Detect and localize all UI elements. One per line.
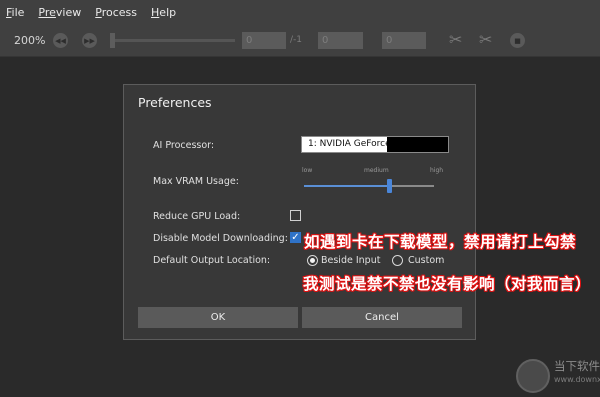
seek-track[interactable] — [113, 39, 235, 42]
vram-slider-thumb[interactable] — [386, 179, 392, 193]
menu-preview[interactable]: Preview — [38, 6, 81, 19]
radio-custom-label: Custom — [408, 255, 445, 266]
radio-beside-input-label: Beside Input — [321, 255, 381, 266]
range-end-input[interactable]: 0 — [382, 32, 426, 49]
vram-slider-fill — [304, 185, 389, 187]
disable-download-checkbox[interactable]: ✓ — [290, 232, 301, 243]
redaction-block — [387, 137, 448, 152]
vram-tick-low: low — [302, 167, 313, 174]
menu-process[interactable]: Process — [95, 6, 137, 19]
frame-total: /-1 — [290, 35, 303, 45]
vram-tick-medium: medium — [364, 167, 389, 174]
preferences-dialog: Preferences AI Processor: 1: NVIDIA GeFo… — [123, 84, 476, 340]
reduce-gpu-checkbox[interactable] — [290, 210, 301, 221]
zoom-level[interactable]: 200% — [14, 34, 45, 47]
skip-forward-icon[interactable]: ▶▶ — [82, 33, 97, 48]
annotation-line-2: 我测试是禁不禁也没有影响（对我而言） — [303, 275, 592, 293]
menu-file[interactable]: File — [6, 6, 24, 19]
watermark-name: 当下软件园 — [554, 359, 600, 373]
dialog-title: Preferences — [138, 95, 212, 110]
disable-download-label: Disable Model Downloading: — [153, 233, 288, 244]
vram-label: Max VRAM Usage: — [153, 176, 239, 187]
menu-bar: File Preview Process Help — [0, 0, 600, 25]
ai-processor-select[interactable]: 1: NVIDIA GeForce G — [301, 136, 449, 153]
vram-tick-high: high — [430, 167, 444, 174]
radio-beside-input[interactable] — [307, 255, 318, 266]
stop-icon[interactable]: ■ — [510, 33, 525, 48]
vram-slider-track[interactable] — [304, 185, 434, 187]
reduce-gpu-label: Reduce GPU Load: — [153, 211, 241, 222]
menu-help[interactable]: Help — [151, 6, 176, 19]
ai-processor-label: AI Processor: — [153, 140, 215, 151]
seek-handle[interactable] — [110, 33, 115, 48]
watermark-logo-icon — [516, 359, 550, 393]
output-location-label: Default Output Location: — [153, 255, 271, 266]
range-start-input[interactable]: 0 — [318, 32, 363, 49]
cancel-button[interactable]: Cancel — [302, 307, 462, 328]
radio-custom[interactable] — [392, 255, 403, 266]
toolbar: 200% ◀◀ ▶▶ 0 /-1 0 0 ✂ ✂ ■ — [0, 25, 600, 57]
ok-button[interactable]: OK — [138, 307, 298, 328]
scissors-icon[interactable]: ✂ — [449, 30, 462, 49]
frame-input[interactable]: 0 — [242, 32, 286, 49]
cut-range-icon[interactable]: ✂ — [479, 30, 492, 49]
skip-back-icon[interactable]: ◀◀ — [53, 33, 68, 48]
annotation-line-1: 如遇到卡在下载模型，禁用请打上勾禁 — [304, 233, 577, 251]
watermark-url: www.downxia.com — [554, 375, 600, 384]
